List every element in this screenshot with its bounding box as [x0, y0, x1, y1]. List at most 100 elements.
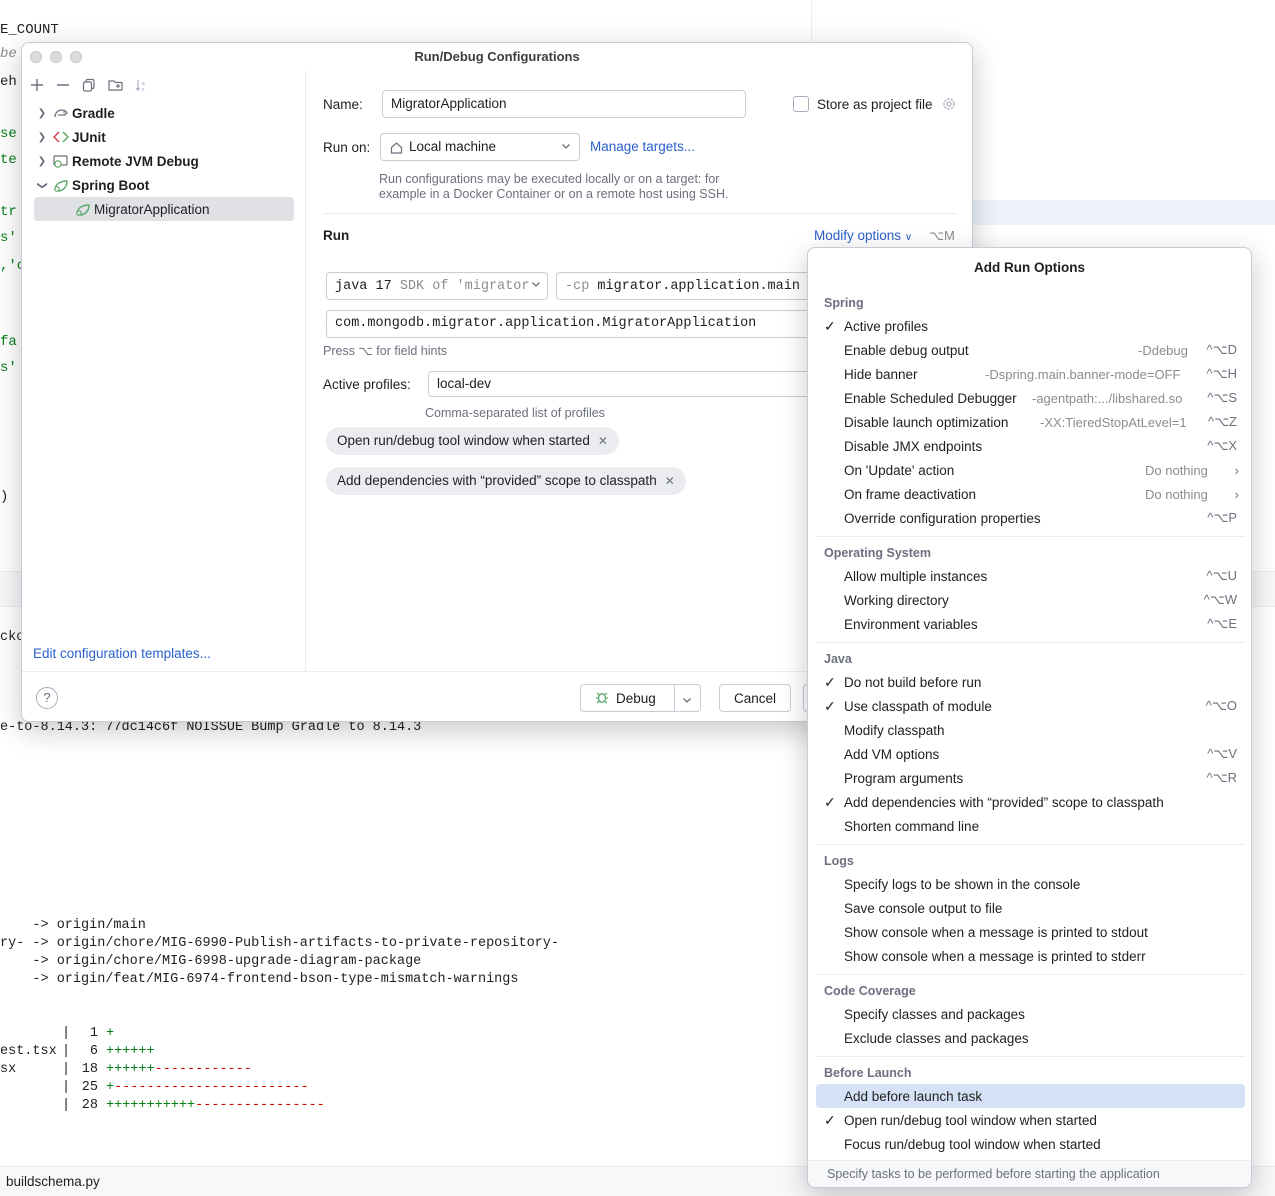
modify-options-label: Modify options [814, 228, 902, 243]
tree-item-junit[interactable]: ❯ JUnit [34, 125, 294, 149]
run-option-label: Exclude classes and packages [844, 1030, 1029, 1046]
cancel-button[interactable]: Cancel [719, 684, 791, 712]
chevron-down-icon[interactable]: ❯ [37, 177, 48, 193]
debug-button[interactable]: Debug [580, 684, 701, 712]
modify-options-link[interactable]: Modify options ∨ [814, 228, 912, 243]
run-option-item[interactable]: Allow multiple instances ^⌥U [816, 564, 1245, 588]
run-option-item[interactable]: Modify classpath [816, 718, 1245, 742]
run-option-item[interactable]: Environment variables ^⌥E [816, 612, 1245, 636]
run-option-label: Active profiles [844, 318, 929, 334]
tree-item-migrator-application[interactable]: MigratorApplication [34, 197, 294, 221]
code-line: be [0, 46, 17, 62]
run-option-shortcut: ^⌥H [1206, 366, 1237, 381]
run-on-dropdown[interactable]: Local machine [380, 133, 580, 161]
chevron-right-icon[interactable]: ❯ [34, 156, 50, 167]
run-option-item[interactable]: ✓ Use classpath of module ^⌥O [816, 694, 1245, 718]
run-option-shortcut: ^⌥X [1207, 438, 1237, 453]
add-icon[interactable] [28, 76, 46, 94]
run-option-item[interactable]: Show console when a message is printed t… [816, 920, 1245, 944]
run-option-item[interactable]: ✓ Active profiles [816, 314, 1245, 338]
run-option-hint: -Dspring.main.banner-mode=OFF [985, 366, 1181, 382]
option-chip[interactable]: Open run/debug tool window when started ✕ [326, 427, 619, 455]
new-folder-icon[interactable] [106, 76, 124, 94]
copy-icon[interactable] [80, 76, 98, 94]
run-option-item[interactable]: Enable debug output -Ddebug ^⌥D [816, 338, 1245, 362]
option-chip[interactable]: Add dependencies with “provided” scope t… [326, 467, 686, 495]
jdk-hint: SDK of 'migrator [399, 279, 530, 294]
edit-configuration-templates-link[interactable]: Edit configuration templates... [33, 646, 211, 661]
run-option-item[interactable]: Enable Scheduled Debugger -agentpath:.../… [816, 386, 1245, 410]
code-line: tr [0, 204, 17, 220]
active-profiles-field[interactable]: local-dev [428, 371, 816, 397]
gear-icon[interactable] [941, 96, 957, 115]
chevron-right-icon[interactable]: ❯ [34, 132, 50, 143]
run-option-item[interactable]: Shorten command line [816, 814, 1245, 838]
run-option-item[interactable]: Add before launch task [816, 1084, 1245, 1108]
run-option-item[interactable]: Disable launch optimization -XX:TieredSto… [816, 410, 1245, 434]
diffstat-count: 18 [81, 1062, 98, 1077]
run-option-item[interactable]: Add VM options ^⌥V [816, 742, 1245, 766]
run-option-item[interactable]: ✓ Do not build before run [816, 670, 1245, 694]
code-line: ) [0, 489, 9, 505]
run-option-item[interactable]: ✓ Open run/debug tool window when started [816, 1108, 1245, 1132]
run-option-item[interactable]: ✓ Add dependencies with “provided” scope … [816, 790, 1245, 814]
modify-options-shortcut: ⌥M [929, 228, 955, 243]
debug-bug-icon [595, 690, 609, 707]
close-icon[interactable]: ✕ [665, 474, 675, 488]
run-option-label: Show console when a message is printed t… [844, 948, 1146, 964]
tree-item-spring-boot[interactable]: ❯ Spring Boot [34, 173, 294, 197]
run-option-shortcut: ^⌥Z [1207, 414, 1237, 429]
console-line: ry- -> origin/chore/MIG-6990-Publish-art… [0, 936, 559, 951]
run-option-label: Enable debug output [844, 342, 969, 358]
diffstat-line: sx | 18 ++++++------------ [0, 1062, 252, 1077]
run-option-label: Open run/debug tool window when started [844, 1112, 1097, 1128]
chevron-right-icon: › [1234, 462, 1239, 478]
active-profiles-hint: Comma-separated list of profiles [425, 406, 605, 420]
run-option-item[interactable]: Override configuration properties ^⌥P [816, 506, 1245, 530]
tree-item-remote-jvm-debug[interactable]: ❯ Remote JVM Debug [34, 149, 294, 173]
run-option-item[interactable]: Exclude classes and packages [816, 1026, 1245, 1050]
status-file-name[interactable]: buildschema.py [6, 1174, 100, 1189]
diffstat-additions: ++++++ [106, 1062, 155, 1077]
run-option-item[interactable]: On frame deactivation Do nothing › [816, 482, 1245, 506]
run-option-item[interactable]: Show console when a message is printed t… [816, 944, 1245, 968]
sort-icon[interactable]: az [132, 76, 150, 94]
main-class-field[interactable]: com.mongodb.migrator.application.Migrato… [326, 310, 816, 338]
tree-item-label: Remote JVM Debug [72, 153, 199, 169]
run-option-label: Add VM options [844, 746, 940, 762]
configuration-tree-pane: az ❯ Gradle ❯ JUnit ❯ Remote JVM Debug ❯… [22, 71, 306, 671]
manage-targets-link[interactable]: Manage targets... [590, 139, 695, 154]
run-option-item[interactable]: On 'Update' action Do nothing › [816, 458, 1245, 482]
run-option-item[interactable]: Specify logs to be shown in the console [816, 872, 1245, 896]
run-option-label: Add dependencies with “provided” scope t… [844, 794, 1164, 810]
run-option-item[interactable]: Focus run/debug tool window when started [816, 1132, 1245, 1156]
diffstat-count: 28 [81, 1098, 98, 1113]
store-as-project-file-checkbox[interactable] [793, 96, 809, 112]
chevron-right-icon[interactable]: ❯ [34, 108, 50, 119]
help-button[interactable]: ? [36, 687, 58, 709]
run-option-label: Shorten command line [844, 818, 980, 834]
remove-icon[interactable] [54, 76, 72, 94]
diffstat-count: 25 [81, 1080, 98, 1095]
chevron-down-icon[interactable] [682, 693, 692, 708]
run-option-label: Save console output to file [844, 900, 1003, 916]
diffstat-additions: +++++++++++ [106, 1098, 196, 1113]
diffstat-additions: ++++++ [106, 1044, 155, 1059]
tree-item-gradle[interactable]: ❯ Gradle [34, 101, 294, 125]
run-option-shortcut: ^⌥U [1206, 568, 1237, 583]
diffstat-deletions: ---------------- [195, 1098, 325, 1113]
run-option-item[interactable]: Hide banner -Dspring.main.banner-mode=OFF… [816, 362, 1245, 386]
run-option-item[interactable]: Specify classes and packages [816, 1002, 1245, 1026]
run-option-label: Modify classpath [844, 722, 945, 738]
close-icon[interactable]: ✕ [598, 434, 608, 448]
run-option-item[interactable]: Save console output to file [816, 896, 1245, 920]
run-option-item[interactable]: Disable JMX endpoints ^⌥X [816, 434, 1245, 458]
option-group-header: Logs [824, 854, 854, 868]
classpath-module-dropdown[interactable]: -cp migrator.application.main [556, 272, 816, 300]
name-field[interactable]: MigratorApplication [382, 90, 746, 118]
jdk-dropdown[interactable]: java 17 SDK of 'migrator [326, 272, 548, 300]
run-option-item[interactable]: Program arguments ^⌥R [816, 766, 1245, 790]
run-option-shortcut: ^⌥V [1207, 746, 1237, 761]
run-option-hint: -agentpath:.../libshared.so [1032, 390, 1183, 406]
run-option-item[interactable]: Working directory ^⌥W [816, 588, 1245, 612]
